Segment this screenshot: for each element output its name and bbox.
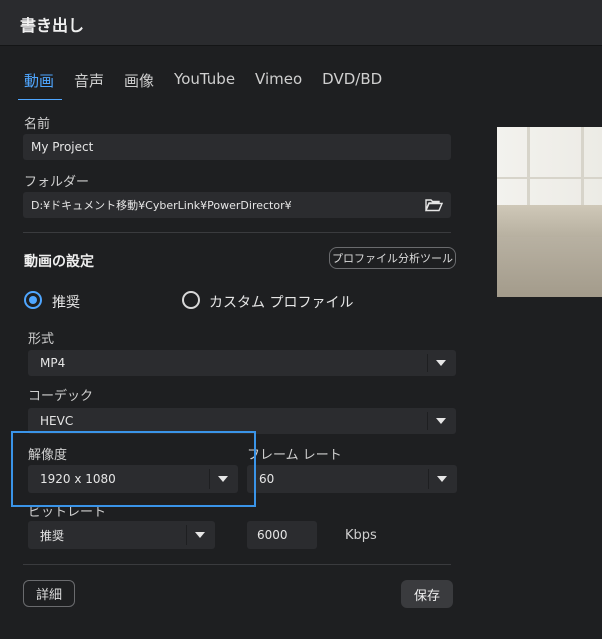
chevron-down-icon <box>436 360 446 366</box>
bitrate-unit: Kbps <box>345 528 377 543</box>
select-separator <box>186 525 187 545</box>
select-separator <box>209 469 210 489</box>
chevron-down-icon <box>195 532 205 538</box>
frame-rate-value: 60 <box>259 472 275 486</box>
select-separator <box>427 412 428 430</box>
frame-rate-label: フレーム レート <box>247 448 342 463</box>
tab-youtube[interactable]: YouTube <box>174 70 235 94</box>
preview-thumbnail <box>497 127 602 297</box>
chevron-down-icon <box>436 418 446 424</box>
radio-recommended-label: 推奨 <box>52 295 80 311</box>
section-divider <box>23 232 451 233</box>
frame-rate-select[interactable]: 60 <box>247 465 457 493</box>
bitrate-label: ビットレート <box>28 505 107 520</box>
export-tabs: 動画 音声 画像 YouTube Vimeo DVD/BD <box>17 70 402 100</box>
footer-divider <box>23 564 451 565</box>
video-settings-title: 動画の設定 <box>24 254 94 270</box>
chevron-down-icon <box>437 476 447 482</box>
tab-image[interactable]: 画像 <box>124 70 154 94</box>
chevron-down-icon <box>218 476 228 482</box>
name-label: 名前 <box>24 117 51 132</box>
folder-field[interactable]: D:¥ドキュメント移動¥CyberLink¥PowerDirector¥ <box>23 192 451 218</box>
format-select[interactable]: MP4 <box>28 350 456 376</box>
radio-recommended[interactable] <box>24 291 42 309</box>
codec-value: HEVC <box>40 414 74 428</box>
format-value: MP4 <box>40 356 66 370</box>
window-title: 書き出し <box>20 16 85 35</box>
profile-analyzer-button[interactable]: プロファイル分析ツール <box>329 247 456 269</box>
folder-open-icon[interactable] <box>425 198 443 212</box>
tab-audio[interactable]: 音声 <box>74 70 104 94</box>
bitrate-input[interactable]: 6000 <box>247 521 317 549</box>
resolution-label: 解像度 <box>28 448 68 463</box>
codec-label: コーデック <box>28 389 94 404</box>
folder-path: D:¥ドキュメント移動¥CyberLink¥PowerDirector¥ <box>31 199 292 212</box>
bitrate-preset-value: 推奨 <box>40 528 65 543</box>
select-separator <box>427 354 428 372</box>
tab-vimeo[interactable]: Vimeo <box>255 70 302 94</box>
radio-custom-profile[interactable] <box>182 291 200 309</box>
save-button[interactable]: 保存 <box>401 580 453 608</box>
codec-select[interactable]: HEVC <box>28 408 456 434</box>
select-separator <box>428 469 429 489</box>
name-field[interactable]: My Project <box>23 134 451 160</box>
resolution-select[interactable]: 1920 x 1080 <box>28 465 238 493</box>
detail-button[interactable]: 詳細 <box>23 580 75 607</box>
title-bar: 書き出し <box>0 0 602 46</box>
radio-custom-profile-label: カスタム プロファイル <box>209 295 354 311</box>
folder-label: フォルダー <box>24 175 90 190</box>
resolution-value: 1920 x 1080 <box>40 472 116 486</box>
tab-dvd-bd[interactable]: DVD/BD <box>322 70 382 94</box>
tab-video[interactable]: 動画 <box>17 70 63 100</box>
format-label: 形式 <box>28 332 55 347</box>
bitrate-preset-select[interactable]: 推奨 <box>28 521 215 549</box>
